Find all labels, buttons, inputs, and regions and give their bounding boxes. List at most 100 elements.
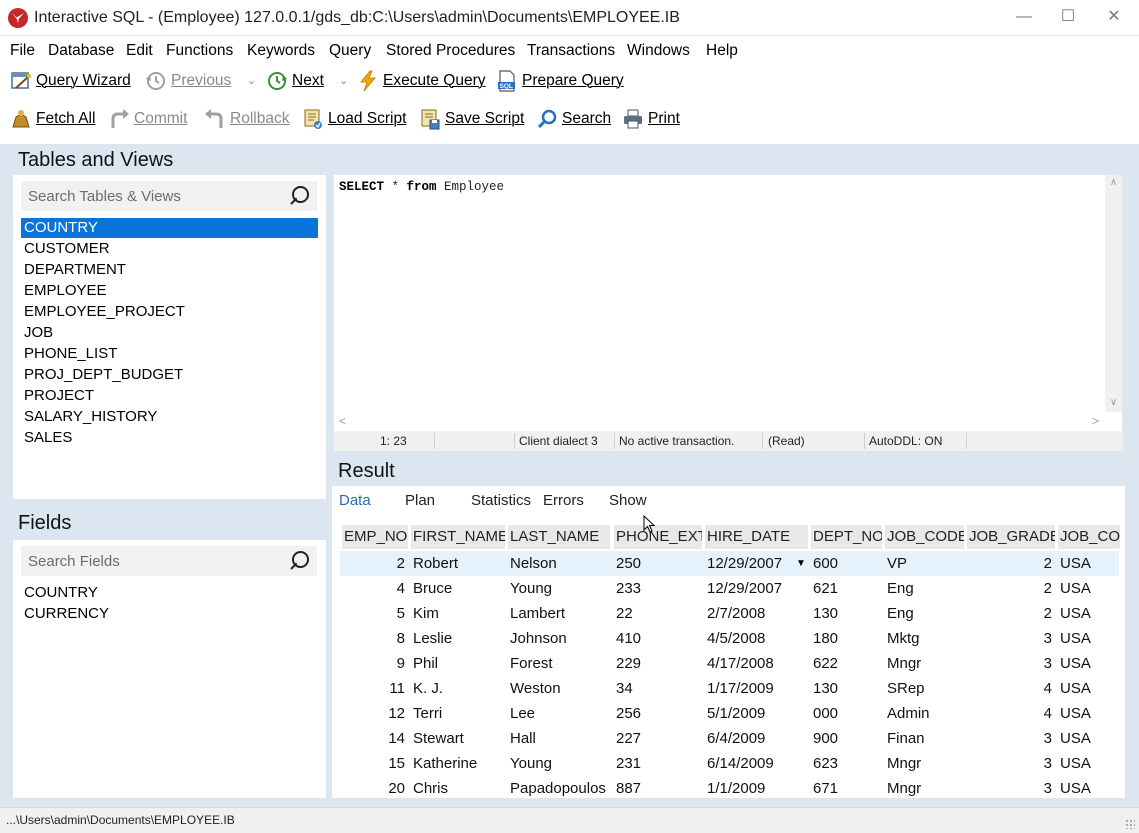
table-item-job[interactable]: JOB: [21, 323, 318, 343]
cell-first-name[interactable]: Chris: [413, 776, 505, 798]
scroll-left-icon[interactable]: <: [339, 414, 346, 428]
fetch-all-button[interactable]: Fetch All: [10, 104, 95, 134]
cell-emp-no[interactable]: 15: [342, 751, 408, 776]
previous-dropdown-icon[interactable]: ⌄: [247, 74, 256, 87]
cell-first-name[interactable]: Phil: [413, 651, 505, 676]
tab-statistics[interactable]: Statistics: [471, 492, 531, 509]
column-header-job-grade[interactable]: JOB_GRADE: [967, 525, 1055, 549]
cell-hire-date[interactable]: 6/4/2009: [707, 726, 792, 751]
cell-first-name[interactable]: Bruce: [413, 576, 505, 601]
cell-job-code[interactable]: Mngr: [887, 751, 964, 776]
menu-functions[interactable]: Functions: [166, 42, 233, 60]
commit-button[interactable]: Commit: [108, 104, 187, 134]
menu-query[interactable]: Query: [329, 42, 371, 60]
save-script-button[interactable]: Save Script: [419, 104, 524, 134]
next-dropdown-icon[interactable]: ⌄: [339, 74, 348, 87]
execute-query-button[interactable]: Execute Query: [357, 66, 486, 96]
cell-job-country[interactable]: USA: [1060, 776, 1120, 798]
cell-emp-no[interactable]: 2: [342, 551, 408, 576]
rollback-button[interactable]: Rollback: [204, 104, 289, 134]
cell-emp-no[interactable]: 12: [342, 701, 408, 726]
cell-job-country[interactable]: USA: [1060, 751, 1120, 776]
next-button[interactable]: Next: [266, 66, 324, 96]
cell-last-name[interactable]: Weston: [510, 676, 610, 701]
table-item-phone-list[interactable]: PHONE_LIST: [21, 344, 318, 364]
cell-last-name[interactable]: Hall: [510, 726, 610, 751]
sql-query-text[interactable]: SELECT * from Employee: [339, 180, 504, 194]
search-icon[interactable]: [289, 551, 309, 571]
cell-job-country[interactable]: USA: [1060, 601, 1120, 626]
cell-job-code[interactable]: Mktg: [887, 626, 964, 651]
cell-first-name[interactable]: K. J.: [413, 676, 505, 701]
cell-first-name[interactable]: Stewart: [413, 726, 505, 751]
cell-job-grade[interactable]: 2: [967, 551, 1055, 576]
cell-last-name[interactable]: Forest: [510, 651, 610, 676]
cell-job-grade[interactable]: 4: [967, 701, 1055, 726]
cell-last-name[interactable]: Young: [510, 751, 610, 776]
cell-phone-ext[interactable]: 231: [616, 751, 702, 776]
cell-job-grade[interactable]: 4: [967, 676, 1055, 701]
cell-hire-date[interactable]: 12/29/2007: [707, 576, 792, 601]
cell-first-name[interactable]: Robert: [413, 551, 505, 576]
cell-phone-ext[interactable]: 250: [616, 551, 702, 576]
menu-file[interactable]: File: [10, 42, 35, 60]
cell-job-code[interactable]: Finan: [887, 726, 964, 751]
tab-errors[interactable]: Errors: [543, 492, 584, 509]
cell-phone-ext[interactable]: 227: [616, 726, 702, 751]
cell-first-name[interactable]: Leslie: [413, 626, 505, 651]
cell-emp-no[interactable]: 11: [342, 676, 408, 701]
cell-emp-no[interactable]: 14: [342, 726, 408, 751]
table-item-employee-project[interactable]: EMPLOYEE_PROJECT: [21, 302, 318, 322]
column-header-job-country[interactable]: JOB_COUNTRY: [1058, 525, 1120, 549]
cell-job-country[interactable]: USA: [1060, 701, 1120, 726]
cell-hire-date[interactable]: 4/5/2008: [707, 626, 792, 651]
cell-job-code[interactable]: Eng: [887, 576, 964, 601]
menu-help[interactable]: Help: [706, 42, 738, 60]
menu-stored-procedures[interactable]: Stored Procedures: [386, 42, 515, 60]
cell-job-grade[interactable]: 2: [967, 576, 1055, 601]
cell-first-name[interactable]: Katherine: [413, 751, 505, 776]
tab-plan[interactable]: Plan: [405, 492, 435, 509]
tables-search-input[interactable]: [21, 181, 281, 211]
resize-grip-icon[interactable]: [1125, 819, 1135, 829]
cell-job-country[interactable]: USA: [1060, 726, 1120, 751]
cell-phone-ext[interactable]: 233: [616, 576, 702, 601]
table-item-country[interactable]: COUNTRY: [21, 218, 318, 238]
cell-job-code[interactable]: Eng: [887, 601, 964, 626]
menu-edit[interactable]: Edit: [126, 42, 153, 60]
cell-last-name[interactable]: Lambert: [510, 601, 610, 626]
cell-hire-date[interactable]: 1/17/2009: [707, 676, 792, 701]
maximize-button[interactable]: ☐: [1056, 6, 1080, 28]
cell-job-country[interactable]: USA: [1060, 626, 1120, 651]
cell-first-name[interactable]: Terri: [413, 701, 505, 726]
cell-dept-no[interactable]: 621: [813, 576, 882, 601]
cell-phone-ext[interactable]: 410: [616, 626, 702, 651]
cell-first-name[interactable]: Kim: [413, 601, 505, 626]
cell-job-code[interactable]: Mngr: [887, 651, 964, 676]
sql-editor[interactable]: SELECT * from Employee ∧ ∨ < > 1: 23 Cli…: [333, 174, 1123, 451]
cell-last-name[interactable]: Papadopoulos: [510, 776, 610, 798]
cell-last-name[interactable]: Young: [510, 576, 610, 601]
cell-job-grade[interactable]: 3: [967, 726, 1055, 751]
scroll-right-icon[interactable]: >: [1092, 414, 1099, 428]
cell-emp-no[interactable]: 9: [342, 651, 408, 676]
cell-dept-no[interactable]: 671: [813, 776, 882, 798]
minimize-button[interactable]: —: [1012, 6, 1036, 28]
menu-keywords[interactable]: Keywords: [247, 42, 315, 60]
cell-dept-no[interactable]: 600: [813, 551, 882, 576]
menu-transactions[interactable]: Transactions: [527, 42, 615, 60]
cell-hire-date[interactable]: 6/14/2009: [707, 751, 792, 776]
cell-phone-ext[interactable]: 34: [616, 676, 702, 701]
field-item-currency[interactable]: CURRENCY: [21, 604, 318, 624]
column-header-hire-date[interactable]: HIRE_DATE: [705, 525, 808, 549]
date-dropdown-icon[interactable]: ▼: [796, 558, 806, 569]
cell-hire-date[interactable]: 4/17/2008: [707, 651, 792, 676]
close-button[interactable]: ✕: [1102, 6, 1126, 28]
cell-job-code[interactable]: SRep: [887, 676, 964, 701]
table-item-department[interactable]: DEPARTMENT: [21, 260, 318, 280]
print-button[interactable]: Print: [622, 104, 680, 134]
cell-phone-ext[interactable]: 256: [616, 701, 702, 726]
load-script-button[interactable]: Load Script: [302, 104, 406, 134]
column-header-job-code[interactable]: JOB_CODE: [885, 525, 964, 549]
cell-dept-no[interactable]: 622: [813, 651, 882, 676]
